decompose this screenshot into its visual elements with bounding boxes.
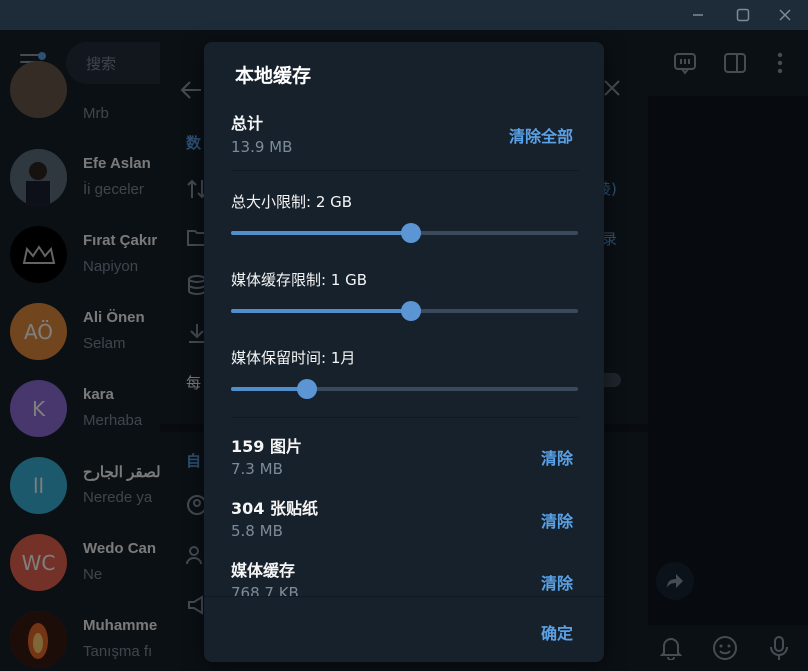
slider-label: 媒体缓存限制: 1 GB <box>231 269 367 290</box>
divider <box>231 170 578 171</box>
divider <box>231 417 578 418</box>
cache-item-size: 7.3 MB <box>231 460 283 478</box>
slider-value: 2 GB <box>315 193 353 211</box>
slider-fill <box>231 231 412 235</box>
clear-stickers-button[interactable]: 清除 <box>541 508 573 532</box>
media-cache-slider[interactable] <box>231 301 578 321</box>
total-size-slider[interactable] <box>231 223 578 243</box>
minimize-icon[interactable] <box>675 0 721 30</box>
slider-key: 媒体保留时间: <box>231 349 327 367</box>
slider-fill <box>231 309 412 313</box>
slider-label: 总大小限制: 2 GB <box>231 191 352 212</box>
slider-key: 总大小限制: <box>231 193 312 211</box>
slider-key: 媒体缓存限制: <box>231 271 327 289</box>
close-icon[interactable] <box>762 0 808 30</box>
cache-item-size: 768.7 KB <box>231 584 299 596</box>
slider-handle[interactable] <box>297 379 318 399</box>
media-retention-slider[interactable] <box>231 379 578 399</box>
dialog-scroll-area[interactable]: 总计 13.9 MB 清除全部 总大小限制: 2 GB 媒体缓存限制: 1 GB… <box>204 102 604 596</box>
slider-label: 媒体保留时间: 1月 <box>231 347 355 368</box>
dialog-footer: 确定 <box>204 596 604 662</box>
total-value: 13.9 MB <box>231 138 293 156</box>
slider-value: 1月 <box>330 349 356 367</box>
clear-media-cache-button[interactable]: 清除 <box>541 570 573 594</box>
slider-value: 1 GB <box>330 271 368 289</box>
window-titlebar <box>0 0 808 30</box>
slider-handle[interactable] <box>401 301 422 321</box>
clear-all-button[interactable]: 清除全部 <box>509 123 573 147</box>
slider-handle[interactable] <box>401 223 422 243</box>
ok-button[interactable]: 确定 <box>541 620 573 644</box>
clear-images-button[interactable]: 清除 <box>541 445 573 469</box>
slider-fill <box>231 387 308 391</box>
total-label: 总计 <box>231 114 264 133</box>
cache-item-label: 媒体缓存 <box>231 561 296 580</box>
local-cache-dialog: 本地缓存 总计 13.9 MB 清除全部 总大小限制: 2 GB 媒体缓存限制:… <box>204 42 604 662</box>
cache-item-size: 5.8 MB <box>231 522 283 540</box>
cache-item-label: 159 图片 <box>231 437 302 456</box>
dialog-title: 本地缓存 <box>235 65 312 87</box>
maximize-icon[interactable] <box>720 0 766 30</box>
cache-item-label: 304 张贴纸 <box>231 499 318 518</box>
